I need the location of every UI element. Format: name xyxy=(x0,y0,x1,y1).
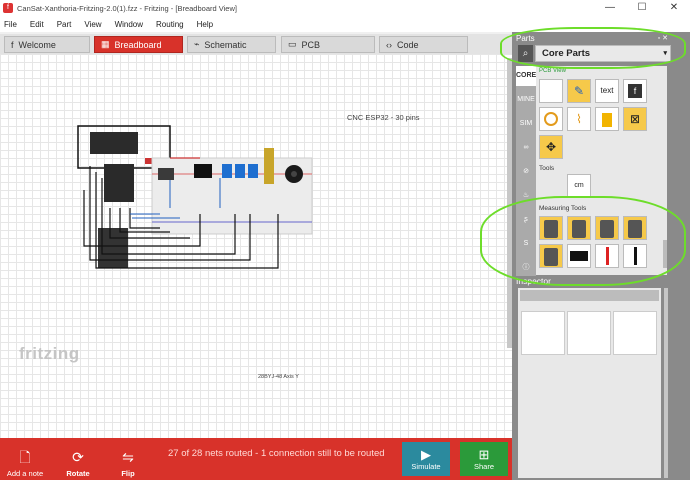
menu-routing[interactable]: Routing xyxy=(156,20,184,29)
menu-help[interactable]: Help xyxy=(197,20,213,29)
esp32-board xyxy=(104,164,134,202)
tile-blank[interactable] xyxy=(539,79,563,103)
breadboard-icon: ▦ xyxy=(101,39,110,49)
add-note-label: Add a note xyxy=(6,469,44,478)
tile-pen[interactable]: ✎ xyxy=(567,79,591,103)
sensor-module xyxy=(248,164,258,178)
pen-icon: ✎ xyxy=(573,84,585,98)
pad-icon xyxy=(602,113,612,127)
bin-contrib[interactable]: ⊘ xyxy=(516,162,536,182)
code-icon: ‹› xyxy=(386,39,392,50)
pcb-view-label: PCB View xyxy=(539,68,566,74)
via-icon: ✥ xyxy=(545,140,557,154)
tab-welcome[interactable]: f Welcome xyxy=(4,36,90,53)
play-icon: ▶ xyxy=(421,446,431,462)
inspector-schematic-preview xyxy=(567,311,611,355)
trace-icon: ⌇ xyxy=(576,112,582,126)
flip-button[interactable]: ⇋ Flip xyxy=(110,440,146,478)
text-icon: text xyxy=(600,86,614,95)
fritzing-logo: fritzing xyxy=(19,344,80,363)
simulate-button[interactable]: ▶ Simulate xyxy=(402,442,450,476)
tile-via[interactable]: ✥ xyxy=(539,135,563,159)
routing-status[interactable]: 27 of 28 nets routed - 1 connection stil… xyxy=(168,448,385,459)
annotation-circle-measuring xyxy=(480,196,686,286)
share-icon: ⊞ xyxy=(478,446,490,462)
maximize-button[interactable]: ☐ xyxy=(626,0,658,16)
fritzing-app-icon: f xyxy=(3,3,13,13)
window-title: CanSat-Xanthoria-Fritzing-2.0(1).fzz - F… xyxy=(17,3,237,13)
sensor-module xyxy=(194,164,212,178)
tile-pad[interactable] xyxy=(595,107,619,131)
tile-trace[interactable]: ⌇ xyxy=(567,107,591,131)
circuit-diagram[interactable] xyxy=(70,118,320,278)
minimize-button[interactable]: — xyxy=(594,0,626,16)
flip-label: Flip xyxy=(121,469,135,478)
inspector-scrollbar[interactable] xyxy=(664,288,668,478)
annotation-circle-parts xyxy=(500,27,686,69)
menu-edit[interactable]: Edit xyxy=(30,20,44,29)
tab-breadboard[interactable]: ▦ Breadboard xyxy=(94,36,183,53)
simulate-label: Simulate xyxy=(411,461,441,471)
jumper-icon: ⊠ xyxy=(629,112,641,126)
board-label: CNC ESP32 - 30 pins xyxy=(347,113,420,122)
rotate-button[interactable]: ⟳ Rotate xyxy=(60,440,96,478)
rotate-icon: ⟳ xyxy=(72,449,84,465)
menu-part[interactable]: Part xyxy=(57,20,72,29)
close-button[interactable]: ✕ xyxy=(658,0,690,16)
tab-label: Breadboard xyxy=(114,39,162,50)
share-label: Share xyxy=(473,461,494,471)
tab-label: Schematic xyxy=(204,39,247,50)
bin-arduino[interactable]: ∞ xyxy=(516,138,536,158)
menu-view[interactable]: View xyxy=(84,20,101,29)
note-icon: 🗋 xyxy=(19,449,31,465)
bin-mine[interactable]: MINE xyxy=(516,90,536,110)
sensor-module xyxy=(158,168,174,180)
schematic-icon: ⌁ xyxy=(194,39,200,49)
tab-code[interactable]: ‹› Code xyxy=(379,36,468,53)
tools-label: Tools xyxy=(539,165,555,172)
battery xyxy=(90,132,138,154)
share-button[interactable]: ⊞ Share xyxy=(460,442,508,476)
flip-icon: ⇋ xyxy=(122,449,134,465)
tab-label: Welcome xyxy=(18,39,56,50)
tab-label: PCB xyxy=(301,39,321,50)
tab-pcb[interactable]: ▭ PCB xyxy=(281,36,375,53)
inspector-pcb-preview xyxy=(613,311,657,355)
menu-file[interactable]: File xyxy=(4,20,17,29)
inspector-title-bar xyxy=(520,290,659,301)
tile-logo[interactable]: f xyxy=(623,79,647,103)
motor-label: 28BYJ-48 Axis Y xyxy=(258,374,299,380)
rotate-label: Rotate xyxy=(66,469,90,478)
tile-text[interactable]: text xyxy=(595,79,619,103)
tile-ruler[interactable]: cm xyxy=(567,174,591,198)
add-note-button[interactable]: 🗋 Add a note xyxy=(4,440,46,478)
inspector-breadboard-preview xyxy=(521,311,565,355)
sensor-module xyxy=(222,164,232,178)
tile-circle[interactable] xyxy=(539,107,563,131)
circle-icon xyxy=(544,112,558,126)
fritzing-icon: f xyxy=(11,39,14,50)
view-tab-bar: f Welcome ▦ Breadboard ⌁ Schematic ▭ PCB… xyxy=(0,34,512,54)
title-bar: f CanSat-Xanthoria-Fritzing-2.0(1).fzz -… xyxy=(0,0,690,16)
pcb-icon: ▭ xyxy=(288,39,297,49)
tab-schematic[interactable]: ⌁ Schematic xyxy=(187,36,276,53)
regulator-module xyxy=(264,148,274,184)
sensor-module xyxy=(235,164,245,178)
bin-core[interactable]: CORE xyxy=(516,66,536,86)
logo-icon: f xyxy=(628,84,642,98)
tab-label: Code xyxy=(397,39,419,50)
breadboard-canvas[interactable]: CNC ESP32 - 30 pins 28BYJ-48 Axis Y frit… xyxy=(0,54,512,438)
menu-window[interactable]: Window xyxy=(115,20,143,29)
tile-jumper[interactable]: ⊠ xyxy=(623,107,647,131)
ruler-icon: cm xyxy=(574,182,584,189)
bin-sim[interactable]: SIM xyxy=(516,114,536,134)
